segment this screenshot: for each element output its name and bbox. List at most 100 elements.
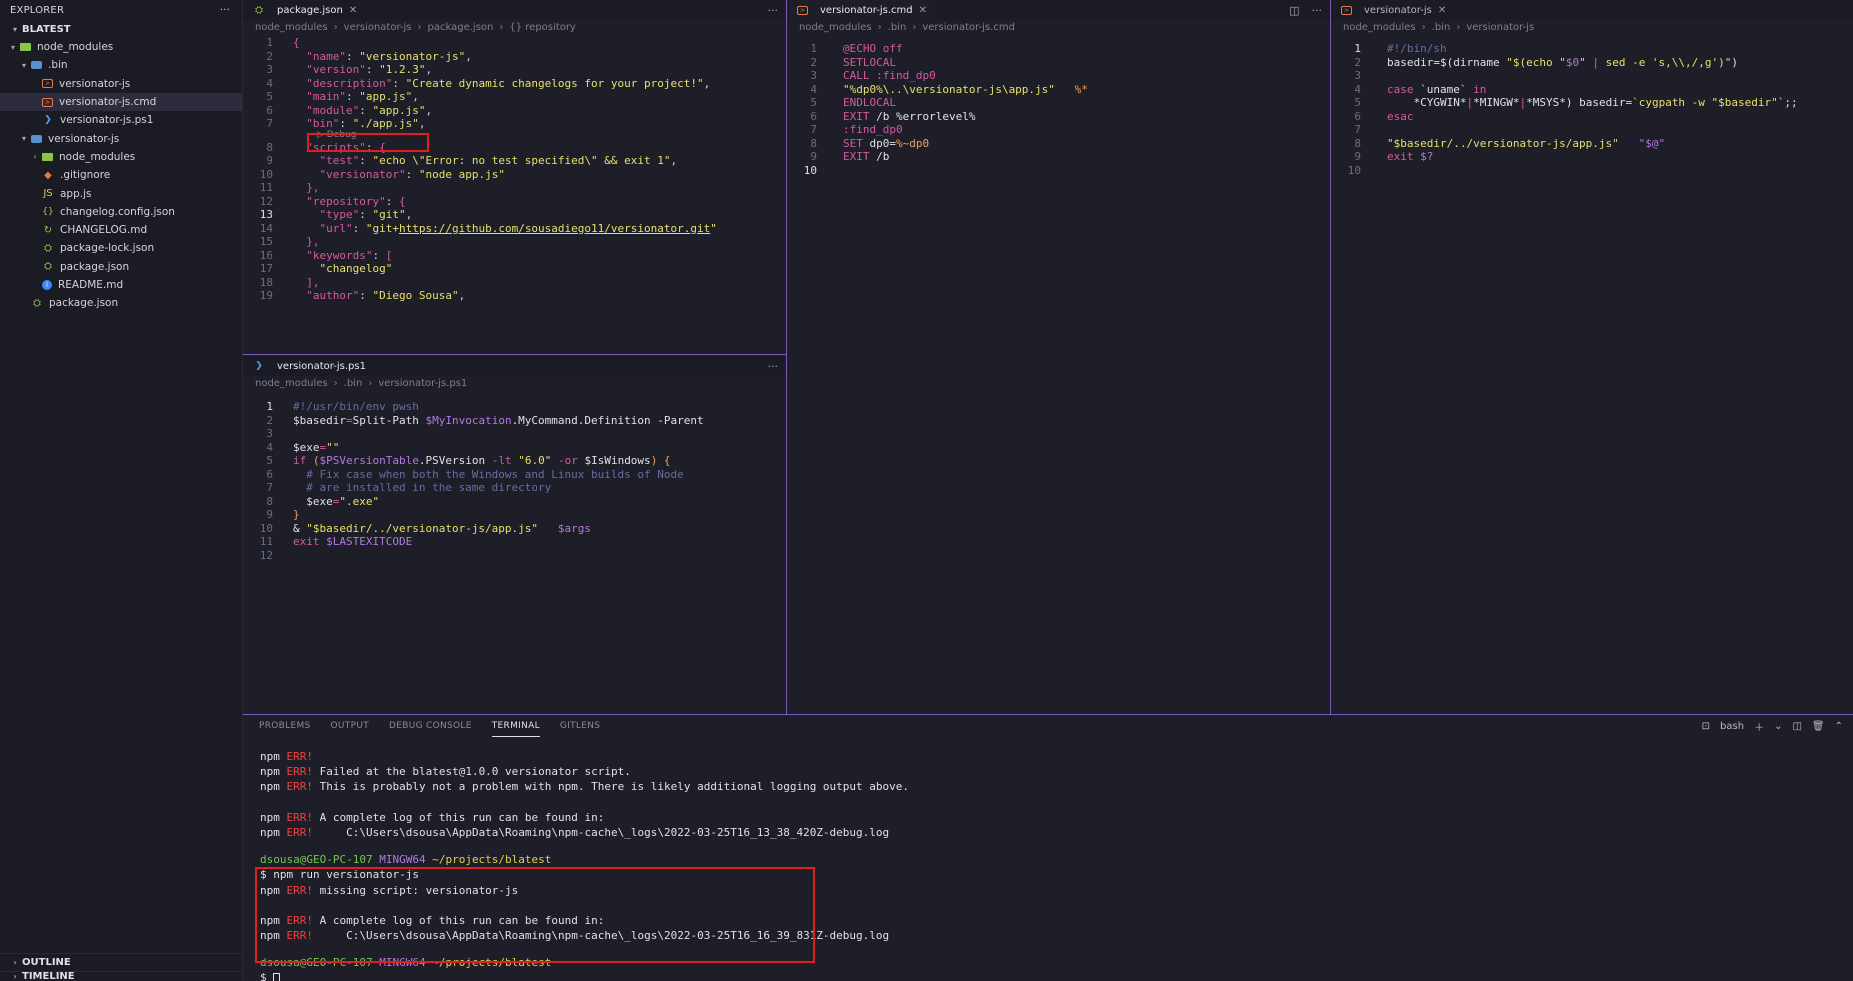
tree-item[interactable]: ❯ versionator-js.ps1 <box>0 111 242 129</box>
tree-item[interactable]: ↻ CHANGELOG.md <box>0 221 242 239</box>
tree-item[interactable]: {} changelog.config.json <box>0 203 242 221</box>
tree-item[interactable]: › node_modules <box>0 148 242 166</box>
more-actions-icon[interactable]: ··· <box>768 360 779 373</box>
tree-item[interactable]: i README.md <box>0 276 242 294</box>
code-line[interactable]: #!/usr/bin/env pwsh <box>293 400 419 414</box>
panel-tab-problems[interactable]: PROBLEMS <box>259 715 311 737</box>
more-actions-icon[interactable]: ··· <box>1312 4 1323 17</box>
breadcrumb-item[interactable]: versionator-js.cmd <box>922 22 1015 33</box>
tree-item[interactable]: ⛭ package.json <box>0 258 242 276</box>
code-line[interactable]: CALL :find_dp0 <box>843 69 936 83</box>
code-line[interactable]: EXIT /b <box>843 150 889 164</box>
tree-item[interactable]: ⛭ package-lock.json <box>0 239 242 257</box>
code-line[interactable]: *CYGWIN*|*MINGW*|*MSYS*) basedir=`cygpat… <box>1387 96 1797 110</box>
editor-divider[interactable] <box>243 354 786 355</box>
code-line[interactable]: } <box>293 508 300 522</box>
more-actions-icon[interactable]: ··· <box>220 5 230 16</box>
code-line[interactable]: "name": "versionator-js", <box>293 50 472 64</box>
tree-item[interactable]: ▾ .bin <box>0 56 242 74</box>
breadcrumb-item[interactable]: package.json <box>428 22 494 33</box>
close-icon[interactable]: ✕ <box>1438 5 1446 16</box>
more-actions-icon[interactable]: ··· <box>768 4 779 17</box>
split-terminal-icon[interactable]: ◫ <box>1792 721 1801 732</box>
code-line[interactable]: $exe="" <box>293 441 339 455</box>
tree-item[interactable]: > versionator-js <box>0 75 242 93</box>
breadcrumb-item[interactable]: versionator-js <box>1466 22 1534 33</box>
code-line[interactable]: :find_dp0 <box>843 123 903 137</box>
code-line[interactable]: "$basedir/../versionator-js/app.js" "$@" <box>1387 137 1665 151</box>
code-line[interactable]: # Fix case when both the Windows and Lin… <box>293 468 684 482</box>
code-line[interactable]: @ECHO off <box>843 42 903 56</box>
code-line[interactable]: EXIT /b %errorlevel% <box>843 110 975 124</box>
code-line[interactable]: esac <box>1387 110 1414 124</box>
code-area[interactable]: 1 #!/bin/sh 2 basedir=$(dirname "$(echo "$0… <box>1331 40 1853 714</box>
breadcrumb-item[interactable]: node_modules <box>255 378 328 389</box>
code-line[interactable]: "author": "Diego Sousa", <box>293 289 465 303</box>
tab-versionator-ps1[interactable]: ❯ versionator-js.ps1 <box>243 356 374 376</box>
close-icon[interactable]: ✕ <box>349 5 357 16</box>
code-line[interactable]: { <box>293 36 300 50</box>
outline-section-header[interactable]: › OUTLINE <box>0 953 243 971</box>
breadcrumb-item[interactable]: .bin <box>1432 22 1451 33</box>
code-line[interactable]: "changelog" <box>293 262 392 276</box>
close-icon[interactable]: ✕ <box>919 5 927 16</box>
code-line[interactable]: & "$basedir/../versionator-js/app.js" $a… <box>293 522 591 536</box>
breadcrumb-item[interactable]: .bin <box>888 22 907 33</box>
code-line[interactable]: "%dp0%\..\versionator-js\app.js" %* <box>843 83 1088 97</box>
code-line[interactable]: "type": "git", <box>293 208 412 222</box>
code-line[interactable]: $basedir=Split-Path $MyInvocation.MyComm… <box>293 414 704 428</box>
terminal-shell-icon[interactable]: ⊡ <box>1702 721 1710 732</box>
tree-item[interactable]: ⛭ package.json <box>0 294 242 312</box>
timeline-section-header[interactable]: › TIMELINE <box>0 971 243 981</box>
panel-tab-debug-console[interactable]: DEBUG CONSOLE <box>389 715 472 737</box>
code-line[interactable]: if ($PSVersionTable.PSVersion -lt "6.0" … <box>293 454 671 468</box>
code-line[interactable]: "test": "echo \"Error: no test specified… <box>293 154 677 168</box>
tree-item[interactable]: ◆ .gitignore <box>0 166 242 184</box>
code-line[interactable]: # are installed in the same directory <box>293 481 551 495</box>
tab-versionator-cmd[interactable]: > versionator-js.cmd ✕ <box>787 0 936 20</box>
tree-item[interactable]: ▾ node_modules <box>0 38 242 56</box>
chevron-down-icon[interactable]: ⌄ <box>1774 721 1782 732</box>
code-line[interactable]: SETLOCAL <box>843 56 896 70</box>
code-line[interactable]: SET dp0=%~dp0 <box>843 137 929 151</box>
panel-tab-gitlens[interactable]: GITLENS <box>560 715 600 737</box>
code-line[interactable]: $exe=".exe" <box>293 495 379 509</box>
panel-tab-terminal[interactable]: TERMINAL <box>491 715 540 737</box>
code-area[interactable]: 1 {2 "name": "versionator-js", 3 "version"… <box>243 36 786 354</box>
code-line[interactable]: "module": "app.js", <box>293 104 432 118</box>
maximize-panel-icon[interactable]: ⌃ <box>1835 721 1843 732</box>
code-line[interactable]: "description": "Create dynamic changelog… <box>293 77 710 91</box>
split-editor-icon[interactable]: ◫ <box>1289 4 1299 17</box>
tab-package-json[interactable]: ⛭ package.json ✕ <box>243 0 365 20</box>
code-area[interactable]: 1 #!/usr/bin/env pwsh 2 $basedir=Split-Path… <box>243 400 786 714</box>
new-terminal-icon[interactable]: ＋ <box>1754 719 1764 734</box>
editor-divider[interactable] <box>1330 0 1331 714</box>
breadcrumb-item[interactable]: node_modules <box>799 22 872 33</box>
breadcrumb-item[interactable]: {} repository <box>509 22 575 33</box>
breadcrumb-item[interactable]: node_modules <box>255 22 328 33</box>
code-line[interactable]: "version": "1.2.3", <box>293 63 432 77</box>
breadcrumb-item[interactable]: versionator-js.ps1 <box>378 378 467 389</box>
tab-versionator-sh[interactable]: > versionator-js ✕ <box>1331 0 1454 20</box>
code-line[interactable]: basedir=$(dirname "$(echo "$0" | sed -e … <box>1387 56 1738 70</box>
code-line[interactable]: case `uname` in <box>1387 83 1486 97</box>
code-line[interactable]: ], <box>293 276 319 290</box>
shell-name[interactable]: bash <box>1720 721 1744 732</box>
code-line[interactable]: }, <box>293 235 319 249</box>
breadcrumb-item[interactable]: .bin <box>344 378 363 389</box>
panel-tab-output[interactable]: OUTPUT <box>331 715 369 737</box>
breadcrumb-item[interactable]: versionator-js <box>344 22 412 33</box>
trash-icon[interactable]: 🗑 <box>1812 721 1825 732</box>
code-line[interactable]: ENDLOCAL <box>843 96 896 110</box>
workspace-section-header[interactable]: ▾ BLATEST <box>0 20 242 38</box>
editor-divider[interactable] <box>786 0 787 714</box>
code-line[interactable]: "keywords": [ <box>293 249 392 263</box>
tree-item[interactable]: ▾ versionator-js <box>0 129 242 147</box>
tree-item[interactable]: JS app.js <box>0 184 242 202</box>
tree-item[interactable]: > versionator-js.cmd <box>0 92 242 112</box>
code-line[interactable]: "repository": { <box>293 195 405 209</box>
code-area[interactable]: 1 @ECHO off 2 SETLOCAL 3 CALL :find_dp0 4 "%dp0… <box>787 40 1330 714</box>
code-line[interactable]: exit $LASTEXITCODE <box>293 535 412 549</box>
code-line[interactable]: "bin": "./app.js", <box>293 117 425 131</box>
code-line[interactable]: "url": "git+https://github.com/sousadieg… <box>293 222 716 236</box>
